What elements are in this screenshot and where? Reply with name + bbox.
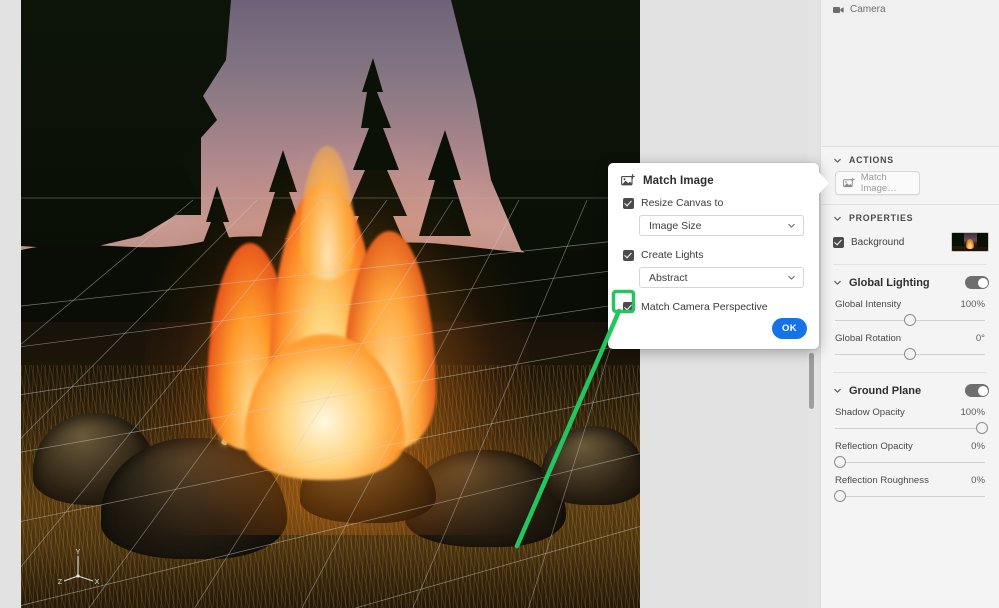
- ground-plane-title: Ground Plane: [849, 384, 922, 397]
- actions-section: ACTIONS Match Image…: [821, 147, 999, 204]
- divider: [833, 372, 987, 373]
- ok-button[interactable]: OK: [772, 318, 807, 339]
- slider-track: [835, 461, 985, 463]
- axis-x-label: X: [95, 579, 100, 586]
- panel-scrollbar-thumb[interactable]: [809, 353, 814, 409]
- match-camera-perspective-label: Match Camera Perspective: [641, 301, 768, 313]
- slider-handle[interactable]: [904, 314, 916, 326]
- create-lights-checkbox-row[interactable]: Create Lights: [623, 249, 805, 261]
- axis-y-label: Y: [76, 549, 81, 556]
- properties-section-title: PROPERTIES: [849, 213, 914, 223]
- chevron-down-icon: [788, 275, 795, 280]
- reflection-roughness-value: 0%: [971, 475, 985, 486]
- resize-canvas-select[interactable]: Image Size: [639, 215, 804, 236]
- resize-canvas-checkbox[interactable]: [623, 197, 634, 209]
- slider-track: [835, 495, 985, 497]
- reflection-opacity-slider[interactable]: [833, 455, 985, 469]
- scene-item-camera-label: Camera: [850, 4, 886, 15]
- global-lighting-section: Global Lighting Global Intensity 100% Gl…: [821, 268, 999, 363]
- match-image-dialog: Match Image Resize Canvas to Image Size …: [608, 163, 819, 349]
- resize-canvas-checkbox-row[interactable]: Resize Canvas to: [623, 197, 805, 209]
- dialog-body: Resize Canvas to Image Size Create Light…: [608, 187, 819, 313]
- match-image-button-label: Match Image…: [860, 172, 897, 194]
- reflection-roughness-slider-block: Reflection Roughness 0%: [821, 471, 999, 505]
- properties-section-header[interactable]: PROPERTIES: [821, 205, 999, 229]
- global-lighting-toggle[interactable]: [965, 276, 989, 289]
- reflection-opacity-label: Reflection Opacity: [835, 441, 913, 452]
- background-thumbnail[interactable]: [951, 232, 989, 252]
- chevron-down-icon[interactable]: [833, 214, 842, 223]
- background-checkbox[interactable]: [833, 236, 844, 248]
- create-lights-select[interactable]: Abstract: [639, 267, 804, 288]
- slider-handle[interactable]: [833, 490, 846, 502]
- create-lights-select-value: Abstract: [649, 271, 688, 284]
- slider-handle[interactable]: [976, 422, 988, 434]
- chevron-down-icon[interactable]: [833, 156, 842, 165]
- ground-plane-toggle[interactable]: [965, 384, 989, 397]
- dialog-callout-arrow: [817, 170, 829, 196]
- divider: [833, 264, 987, 265]
- global-rotation-label: Global Rotation: [835, 333, 902, 344]
- reflection-roughness-slider[interactable]: [833, 489, 985, 503]
- global-lighting-title: Global Lighting: [849, 276, 930, 289]
- dialog-header: Match Image: [608, 163, 819, 187]
- global-rotation-slider-block: Global Rotation 0°: [821, 329, 999, 363]
- resize-canvas-select-value: Image Size: [649, 219, 702, 232]
- create-lights-label: Create Lights: [641, 249, 704, 261]
- scene-list[interactable]: Camera: [821, 0, 999, 146]
- reflection-opacity-slider-block: Reflection Opacity 0%: [821, 437, 999, 471]
- global-intensity-slider-block: Global Intensity 100%: [821, 295, 999, 329]
- resize-canvas-label: Resize Canvas to: [641, 197, 724, 209]
- match-camera-perspective-checkbox[interactable]: [623, 301, 634, 313]
- shadow-opacity-label: Shadow Opacity: [835, 407, 905, 418]
- chevron-down-icon[interactable]: [833, 386, 842, 395]
- create-lights-checkbox[interactable]: [623, 249, 634, 261]
- match-camera-perspective-checkbox-row[interactable]: Match Camera Perspective: [623, 301, 805, 313]
- global-intensity-label: Global Intensity: [835, 299, 902, 310]
- dialog-title: Match Image: [643, 174, 714, 187]
- reflection-opacity-value: 0%: [971, 441, 985, 452]
- slider-handle[interactable]: [904, 348, 916, 360]
- global-rotation-slider[interactable]: [835, 347, 985, 361]
- global-rotation-value: 0°: [975, 333, 985, 344]
- chevron-down-icon: [788, 223, 795, 228]
- shadow-opacity-slider[interactable]: [835, 421, 988, 435]
- axis-z-label: Z: [58, 579, 63, 586]
- dialog-footer: OK: [772, 318, 807, 339]
- background-property-row[interactable]: Background: [821, 229, 999, 255]
- ground-plane-header[interactable]: Ground Plane: [821, 376, 999, 403]
- shadow-opacity-slider-block: Shadow Opacity 100%: [821, 403, 999, 437]
- actions-section-title: ACTIONS: [849, 155, 894, 165]
- camera-icon: [833, 6, 844, 13]
- scene-viewport[interactable]: Y X Z: [21, 0, 640, 608]
- scene-item-camera[interactable]: Camera: [821, 2, 999, 17]
- global-lighting-header[interactable]: Global Lighting: [821, 268, 999, 295]
- reflection-roughness-label: Reflection Roughness: [835, 475, 929, 486]
- slider-handle[interactable]: [833, 456, 846, 468]
- match-image-icon: [621, 174, 635, 186]
- axis-gizmo[interactable]: Y X Z: [57, 548, 101, 590]
- ground-plane-section: Ground Plane Shadow Opacity 100% Reflect…: [821, 376, 999, 505]
- properties-section: PROPERTIES Background: [821, 205, 999, 255]
- global-intensity-slider[interactable]: [835, 313, 985, 327]
- dimension-app-window: Y X Z Match Image Resize Canvas to Image…: [0, 0, 999, 608]
- actions-section-header[interactable]: ACTIONS: [821, 147, 999, 171]
- match-image-icon: [843, 177, 855, 188]
- chevron-down-icon[interactable]: [833, 278, 842, 287]
- right-panel: Camera ACTIONS Match Image… PROPERTIES B…: [820, 0, 999, 608]
- background-label: Background: [851, 236, 905, 248]
- global-intensity-value: 100%: [960, 299, 985, 310]
- slider-track: [835, 427, 985, 429]
- shadow-opacity-value: 100%: [960, 407, 985, 418]
- match-image-button[interactable]: Match Image…: [835, 171, 920, 195]
